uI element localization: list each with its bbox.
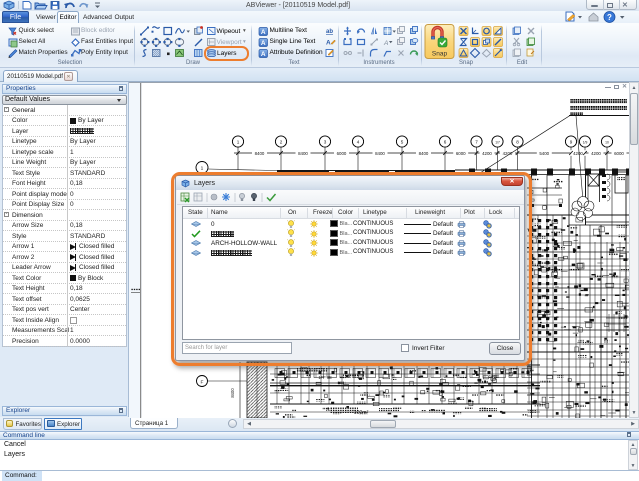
svg-text:2: 2: [280, 140, 283, 145]
svg-text:4200: 4200: [482, 151, 492, 156]
svg-text:Snap: Snap: [432, 51, 448, 58]
svg-text:6000: 6000: [456, 151, 466, 156]
svg-text:?: ?: [607, 13, 612, 22]
svg-text:4: 4: [357, 140, 360, 145]
svg-text:8400: 8400: [375, 151, 385, 156]
svg-text:1/7: 1/7: [495, 141, 500, 145]
svg-text:F: F: [201, 379, 204, 385]
svg-text:6: 6: [444, 140, 447, 145]
svg-text:A: A: [261, 40, 266, 47]
svg-text:8400: 8400: [419, 151, 429, 156]
svg-text:4200: 4200: [573, 151, 583, 156]
svg-text:9: 9: [570, 140, 573, 145]
svg-text:1: 1: [201, 166, 204, 172]
svg-text:3: 3: [324, 140, 327, 145]
svg-text:8: 8: [516, 140, 519, 145]
svg-text:4200: 4200: [591, 151, 601, 156]
svg-text:8400: 8400: [230, 388, 235, 398]
svg-text:5400: 5400: [539, 151, 549, 156]
svg-text:6000: 6000: [337, 151, 347, 156]
svg-text:A: A: [261, 51, 266, 58]
svg-text:1/9: 1/9: [583, 141, 588, 145]
svg-text:5: 5: [401, 140, 404, 145]
svg-text:ab: ab: [326, 29, 333, 35]
svg-text:6000: 6000: [614, 151, 624, 156]
svg-text:A: A: [383, 40, 388, 47]
svg-text:1FF 38: 1FF 38: [318, 375, 332, 380]
svg-text:8400: 8400: [298, 151, 308, 156]
svg-text:A: A: [261, 29, 266, 36]
svg-text:A: A: [326, 40, 331, 47]
svg-text:7: 7: [475, 140, 478, 145]
svg-text:8400: 8400: [255, 151, 265, 156]
svg-text:10: 10: [605, 141, 609, 145]
svg-text:1: 1: [237, 140, 240, 145]
